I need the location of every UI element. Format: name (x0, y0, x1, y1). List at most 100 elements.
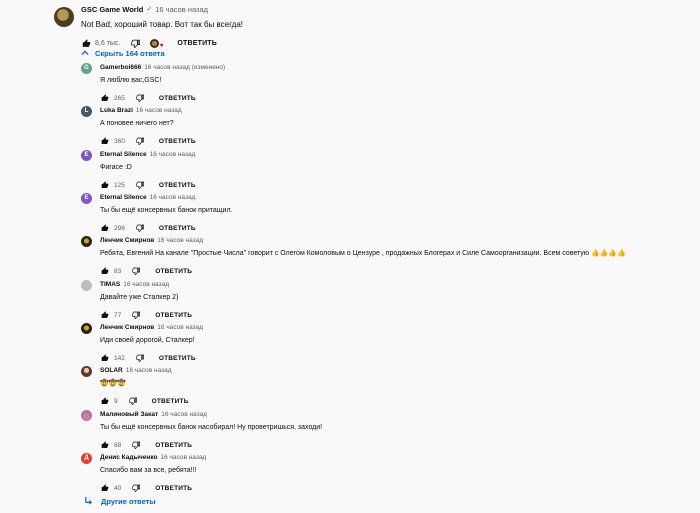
dislike-icon[interactable] (135, 136, 145, 146)
dislike-icon[interactable] (135, 180, 145, 190)
like-count: 77 (114, 311, 122, 319)
reply-time[interactable]: 16 часов назад (126, 366, 172, 376)
like-icon[interactable] (100, 223, 110, 233)
reply-time[interactable]: 16 часов назад (150, 150, 196, 160)
toggle-label: Скрыть 164 ответа (95, 49, 165, 58)
comment-text: Not Bad, хороший товар. Вот так бы всегд… (81, 20, 244, 29)
like-icon[interactable] (100, 353, 110, 363)
reply-author[interactable]: Eternal Silence (100, 193, 147, 203)
avatar[interactable]: L (81, 106, 92, 117)
reply-button[interactable]: ОТВЕТИТЬ (159, 355, 196, 362)
dislike-icon[interactable] (128, 396, 138, 406)
hide-replies-button[interactable]: Скрыть 164 ответа (81, 49, 165, 58)
reply-time[interactable]: 16 часов назад (изменено) (144, 63, 225, 73)
like-count: 360 (114, 137, 125, 145)
reply-button[interactable]: ОТВЕТИТЬ (155, 268, 192, 275)
reply-text: 🤠🤠🤠 (100, 380, 127, 387)
reply-item: SOLAR 16 часов назад 🤠🤠🤠 9 ОТВЕТИТЬ (81, 366, 691, 407)
reply-item: L Luka Brazi 16 часов назад А поновее нич… (81, 106, 691, 147)
reply-item: TIMAS 16 часов назад Давайте уже Сталкер … (81, 280, 691, 321)
reply-button[interactable]: ОТВЕТИТЬ (152, 398, 189, 405)
dislike-icon[interactable] (131, 483, 141, 493)
reply-button[interactable]: ОТВЕТИТЬ (159, 138, 196, 145)
like-count: 40 (114, 484, 122, 492)
avatar[interactable]: E (81, 193, 92, 204)
like-icon[interactable] (100, 396, 110, 406)
like-icon[interactable] (100, 136, 110, 146)
like-count: 142 (114, 354, 125, 362)
reply-text: Фигасе :D (100, 164, 132, 171)
comment-author[interactable]: GSC Game World (81, 5, 143, 15)
avatar[interactable] (54, 7, 74, 27)
more-replies-button[interactable]: Другие ответы (84, 496, 156, 507)
reply-author[interactable]: Малиновый Закат (100, 410, 158, 420)
reply-button[interactable]: ОТВЕТИТЬ (159, 95, 196, 102)
dislike-icon[interactable] (135, 93, 145, 103)
avatar[interactable] (81, 236, 92, 247)
reply-time[interactable]: 16 часов назад (136, 106, 182, 116)
avatar[interactable]: G (81, 63, 92, 74)
reply-text: Ребята, Евгений На канале "Простые Числа… (100, 250, 626, 257)
like-icon[interactable] (100, 93, 110, 103)
reply-text: Я люблю вас,GSC! (100, 77, 162, 84)
avatar[interactable] (81, 410, 92, 421)
reply-item: Ленчик Смирнов 16 часов назад Ребята, Евг… (81, 236, 691, 277)
reply-time[interactable]: 16 часов назад (157, 323, 203, 333)
like-icon[interactable] (100, 310, 110, 320)
reply-text: Спасибо вам за все, ребята!!! (100, 467, 197, 474)
reply-button[interactable]: ОТВЕТИТЬ (155, 312, 192, 319)
dislike-icon[interactable] (131, 440, 141, 450)
avatar[interactable] (81, 280, 92, 291)
reply-arrow-icon (84, 496, 93, 507)
dislike-icon[interactable] (135, 353, 145, 363)
reply-author[interactable]: Ленчик Смирнов (100, 323, 154, 333)
like-icon[interactable] (81, 38, 91, 48)
reply-button[interactable]: ОТВЕТИТЬ (155, 442, 192, 449)
reply-author[interactable]: Gamerboi666 (100, 63, 141, 73)
reply-time[interactable]: 16 часов назад (123, 280, 169, 290)
reply-button[interactable]: ОТВЕТИТЬ (159, 225, 196, 232)
dislike-icon[interactable] (135, 223, 145, 233)
like-icon[interactable] (100, 180, 110, 190)
like-count: 265 (114, 94, 125, 102)
reply-time[interactable]: 16 часов назад (150, 193, 196, 203)
like-count: 298 (114, 224, 125, 232)
reply-item: Д Денис Кадыченко 16 часов назад Спасибо … (81, 453, 691, 494)
like-icon[interactable] (100, 266, 110, 276)
reply-item: E Eternal Silence 16 часов назад Фигасе :… (81, 150, 691, 191)
reply-button[interactable]: ОТВЕТИТЬ (155, 485, 192, 492)
like-count: 88 (114, 441, 122, 449)
dislike-icon[interactable] (130, 38, 140, 48)
reply-author[interactable]: Eternal Silence (100, 150, 147, 160)
reply-author[interactable]: Денис Кадыченко (100, 453, 157, 463)
reply-author[interactable]: Luka Brazi (100, 106, 133, 116)
reply-button[interactable]: ОТВЕТИТЬ (177, 40, 217, 47)
top-comment: GSC Game World ✓ 16 часов назад Not Bad,… (54, 5, 694, 49)
avatar[interactable]: Д (81, 453, 92, 464)
reply-item: Ленчик Смирнов 16 часов назад Иди своей д… (81, 323, 691, 364)
avatar[interactable] (81, 323, 92, 334)
comment-time[interactable]: 16 часов назад (155, 5, 208, 15)
reply-text: А поновее ничего нет? (100, 120, 174, 127)
avatar[interactable] (81, 366, 92, 377)
like-count: 9 (114, 397, 118, 405)
creator-heart-icon: ♥ (150, 38, 163, 49)
reply-text: Ты бы ещё консервных банок насобирал! Ну… (100, 424, 323, 431)
reply-item: G Gamerboi666 16 часов назад (изменено) Я… (81, 63, 691, 104)
reply-author[interactable]: Ленчик Смирнов (100, 236, 154, 246)
reply-time[interactable]: 16 часов назад (160, 453, 206, 463)
avatar[interactable]: E (81, 150, 92, 161)
dislike-icon[interactable] (131, 310, 141, 320)
reply-author[interactable]: TIMAS (100, 280, 120, 290)
like-icon[interactable] (100, 440, 110, 450)
reply-text: Иди своей дорогой, Сталкер! (100, 337, 195, 344)
more-replies-label: Другие ответы (101, 497, 156, 506)
reply-time[interactable]: 16 часов назад (157, 236, 203, 246)
reply-button[interactable]: ОТВЕТИТЬ (159, 182, 196, 189)
reply-author[interactable]: SOLAR (100, 366, 123, 376)
like-icon[interactable] (100, 483, 110, 493)
reply-time[interactable]: 16 часов назад (161, 410, 207, 420)
chevron-up-icon (81, 49, 89, 58)
like-count: 83 (114, 267, 122, 275)
dislike-icon[interactable] (131, 266, 141, 276)
